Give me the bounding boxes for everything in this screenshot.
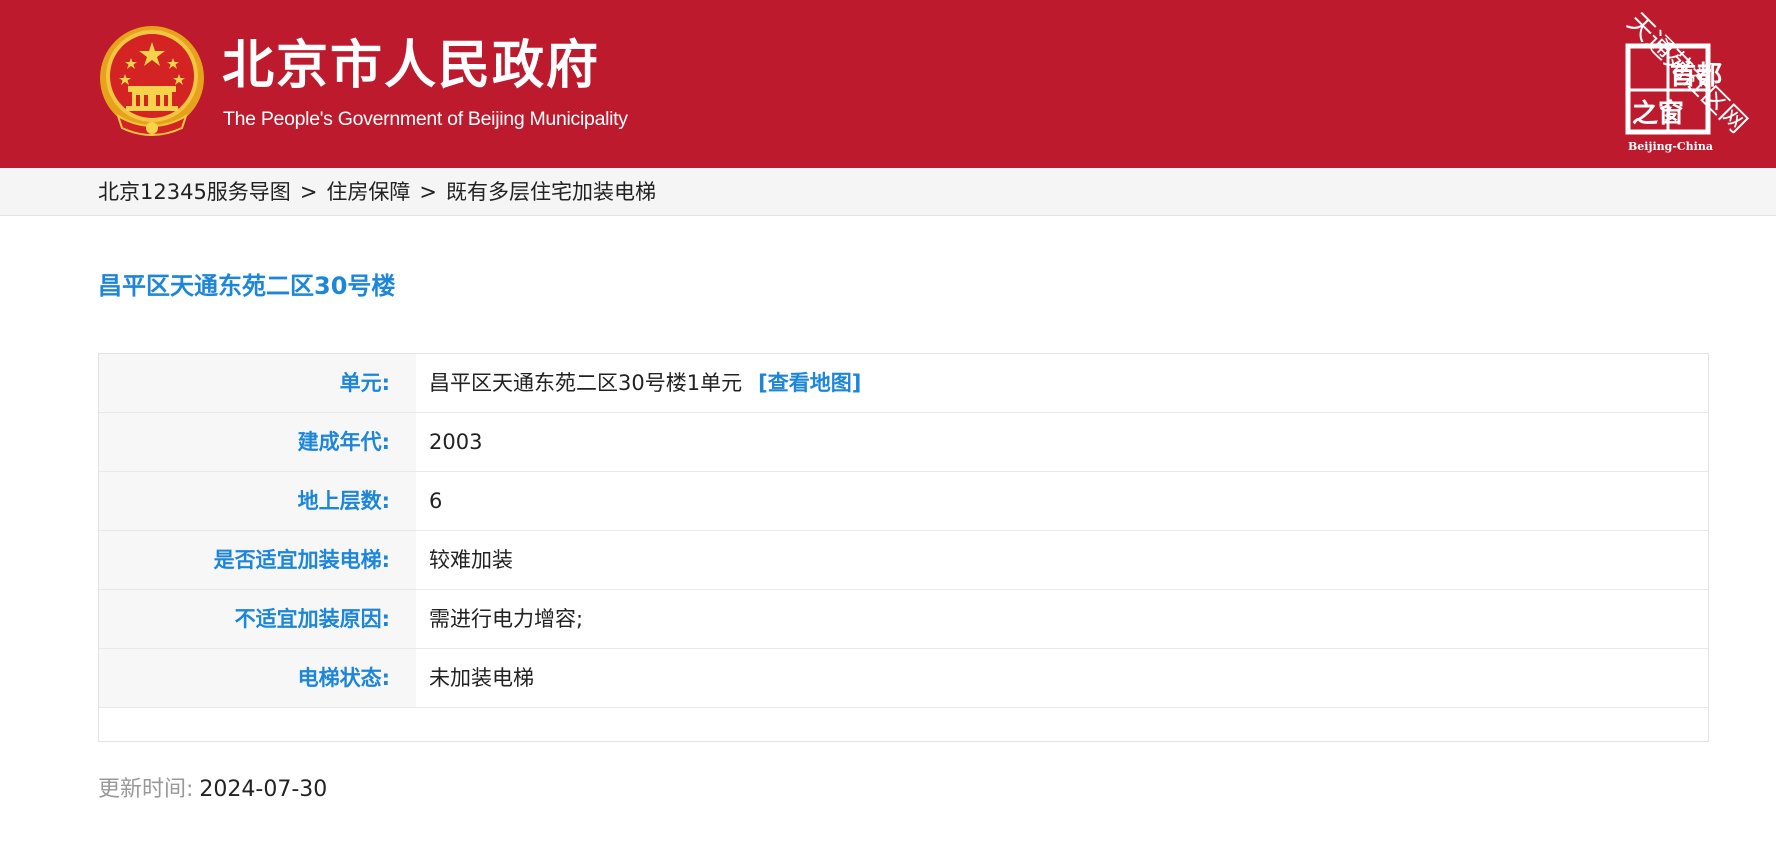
- info-row-reason: 不适宜加装原因: 需进行电力增容;: [99, 590, 1708, 649]
- info-value-floors: 6: [429, 489, 443, 513]
- view-map-link[interactable]: [查看地图]: [758, 371, 861, 395]
- info-value-reason: 需进行电力增容;: [429, 607, 584, 631]
- info-row-elevator-status: 电梯状态: 未加装电梯: [99, 649, 1708, 708]
- info-label-floors: 地上层数:: [99, 472, 416, 530]
- breadcrumb-item-elevator[interactable]: 既有多层住宅加装电梯: [446, 180, 656, 204]
- info-table: 单元: 昌平区天通东苑二区30号楼1单元 [查看地图] 建成年代: 2003 地上…: [98, 353, 1709, 742]
- update-time-value: 2024-07-30: [199, 777, 328, 802]
- update-time: 更新时间: 2024-07-30: [98, 775, 327, 805]
- breadcrumb-item-housing[interactable]: 住房保障: [326, 180, 410, 204]
- info-row-suitability: 是否适宜加装电梯: 较难加装: [99, 531, 1708, 590]
- site-title[interactable]: 北京市人民政府: [222, 34, 600, 98]
- breadcrumb-separator: >: [419, 180, 438, 204]
- national-emblem-icon[interactable]: [98, 24, 206, 142]
- info-label-reason: 不适宜加装原因:: [99, 590, 416, 648]
- page-title: 昌平区天通东苑二区30号楼: [98, 272, 396, 300]
- info-value-built-year: 2003: [429, 430, 483, 454]
- info-label-built-year: 建成年代:: [99, 413, 416, 471]
- unit-address: 昌平区天通东苑二区30号楼1单元: [429, 371, 743, 395]
- update-time-label: 更新时间:: [98, 777, 194, 802]
- site-subtitle: The People's Government of Beijing Munic…: [223, 108, 628, 130]
- info-row-unit: 单元: 昌平区天通东苑二区30号楼1单元 [查看地图]: [99, 354, 1708, 413]
- breadcrumb-bar: 北京12345服务导图 > 住房保障 > 既有多层住宅加装电梯: [0, 168, 1776, 216]
- capital-logo-text-2: 之窗: [1632, 98, 1684, 129]
- info-row-floors: 地上层数: 6: [99, 472, 1708, 531]
- breadcrumb-separator: >: [299, 180, 318, 204]
- capital-window-logo[interactable]: 首都 之窗 Beijing-China 天通苑社区网: [1622, 10, 1772, 158]
- breadcrumb: 北京12345服务导图 > 住房保障 > 既有多层住宅加装电梯: [98, 179, 656, 205]
- breadcrumb-item-service-map[interactable]: 北京12345服务导图: [98, 180, 291, 204]
- info-value-elevator-status: 未加装电梯: [429, 666, 534, 690]
- info-label-unit: 单元:: [99, 354, 416, 412]
- info-value-suitability: 较难加装: [429, 548, 513, 572]
- capital-logo-caption: Beijing-China: [1628, 140, 1713, 153]
- info-row-built-year: 建成年代: 2003: [99, 413, 1708, 472]
- info-label-suitability: 是否适宜加装电梯:: [99, 531, 416, 589]
- info-value-unit: 昌平区天通东苑二区30号楼1单元 [查看地图]: [429, 354, 861, 412]
- site-header: 北京市人民政府 The People's Government of Beiji…: [0, 0, 1776, 168]
- info-label-elevator-status: 电梯状态:: [99, 649, 416, 707]
